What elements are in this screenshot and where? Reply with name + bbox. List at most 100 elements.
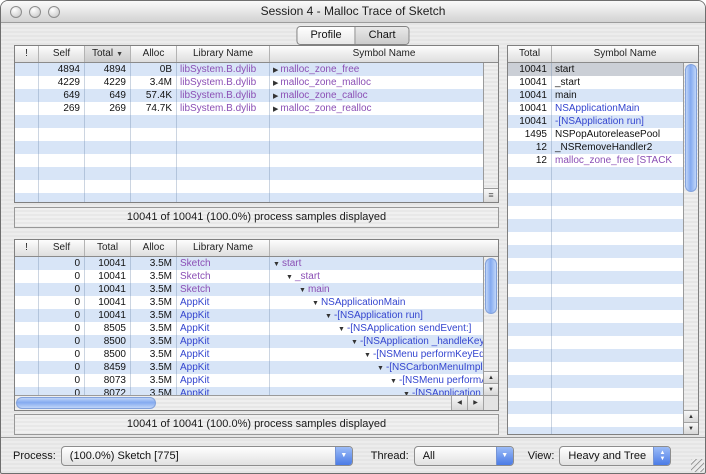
thread-label: Thread: [371, 450, 409, 462]
close-button[interactable] [10, 6, 22, 18]
table-row[interactable]: 0100413.5MSketch▼start [15, 257, 483, 270]
table-row[interactable]: 085053.5MAppKit▼-[NSApplication sendEven… [15, 322, 483, 335]
table-row[interactable]: 10041main [508, 89, 683, 102]
column-header-self[interactable]: Self [39, 240, 85, 256]
table-row[interactable]: 12_NSRemoveHandler2 [508, 141, 683, 154]
disclosure-closed-icon: ▶ [273, 80, 278, 87]
top-vertical-scrollbar[interactable]: ≡ [483, 63, 498, 202]
column-header-alloc[interactable]: Alloc [131, 46, 177, 62]
column-header-alloc[interactable]: Alloc [131, 240, 177, 256]
table-row[interactable]: 10041start [508, 63, 683, 76]
process-popup[interactable]: (100.0%) Sketch [775] ▼ [61, 446, 353, 466]
cell-symbol [552, 310, 683, 323]
table-row[interactable]: 0100413.5MSketch▼_start [15, 270, 483, 283]
scroll-left-button[interactable]: ◀ [451, 396, 467, 410]
cell-total [508, 232, 552, 245]
table-row[interactable]: 1495NSPopAutoreleasePool [508, 128, 683, 141]
table-row[interactable]: 084593.5MAppKit▼-[NSCarbonMenuImpl perfo… [15, 361, 483, 374]
cell-library: Sketch [177, 283, 270, 296]
table-row[interactable]: 0100413.5MAppKit▼-[NSApplication run] [15, 309, 483, 322]
cell-library [177, 154, 270, 167]
cell-symbol: -[NSApplication run] [552, 115, 683, 128]
column-header-symbol[interactable]: Symbol Name [270, 46, 498, 62]
column-header-total[interactable]: Total▼ [85, 46, 131, 62]
bottom-vertical-scrollbar[interactable]: ▲ ▼ [483, 257, 498, 395]
column-header-symbol[interactable] [270, 240, 498, 256]
column-header-symbol[interactable]: Symbol Name [552, 46, 698, 62]
table-row[interactable]: 26926974.7KlibSystem.B.dylib▶malloc_zone… [15, 102, 483, 115]
view-tabs: Profile Chart [296, 26, 409, 45]
table-row[interactable]: 080723.5MAppKit▼-[NSApplication sendActi… [15, 387, 483, 395]
cell-alloc: 3.5M [131, 348, 177, 361]
process-label: Process: [13, 450, 56, 462]
tab-profile[interactable]: Profile [297, 27, 354, 44]
cell-flag [15, 180, 39, 193]
zoom-button[interactable] [48, 6, 60, 18]
table-row[interactable]: 10041-[NSApplication run] [508, 115, 683, 128]
column-header-flag[interactable]: ! [15, 240, 39, 256]
view-popup[interactable]: Heavy and Tree ▲▼ [559, 446, 671, 466]
empty-row [15, 128, 483, 141]
scroll-down-button[interactable]: ▼ [484, 383, 498, 395]
table-row[interactable]: 10041_start [508, 76, 683, 89]
table-row[interactable]: 10041NSApplicationMain [508, 102, 683, 115]
cell-symbol: ▶malloc_zone_malloc [270, 76, 483, 89]
thread-popup[interactable]: All ▼ [414, 446, 514, 466]
cell-alloc: 57.4K [131, 89, 177, 102]
minimize-button[interactable] [29, 6, 41, 18]
cell-total: 12 [508, 154, 552, 167]
table-row[interactable]: 422942293.4MlibSystem.B.dylib▶malloc_zon… [15, 76, 483, 89]
table-row[interactable]: 080733.5MAppKit▼-[NSMenu performActionFo… [15, 374, 483, 387]
cell-flag [15, 193, 39, 202]
table-row[interactable]: 0100413.5MAppKit▼NSApplicationMain [15, 296, 483, 309]
cell-symbol [552, 271, 683, 284]
disclosure-open-icon: ▼ [364, 352, 371, 359]
scroll-right-button[interactable]: ▶ [467, 396, 483, 410]
tab-chart[interactable]: Chart [355, 27, 409, 44]
table-row[interactable]: 0100413.5MSketch▼main [15, 283, 483, 296]
column-header-self[interactable]: Self [39, 46, 85, 62]
cell-total [508, 323, 552, 336]
scroll-track[interactable] [15, 396, 451, 410]
scroll-down-button[interactable]: ▼ [684, 422, 698, 434]
resize-grip[interactable] [691, 459, 704, 472]
cell-self [39, 154, 85, 167]
table-row[interactable]: 64964957.4KlibSystem.B.dylib▶malloc_zone… [15, 89, 483, 102]
title-bar[interactable]: Session 4 - Malloc Trace of Sketch [1, 1, 705, 23]
cell-flag [15, 283, 39, 296]
cell-self: 0 [39, 374, 85, 387]
cell-symbol: ▼_start [270, 270, 483, 283]
cell-symbol [552, 284, 683, 297]
right-table-header: Total Symbol Name [508, 46, 698, 63]
column-header-total[interactable]: Total [85, 240, 131, 256]
column-header-flag[interactable]: ! [15, 46, 39, 62]
right-vertical-scrollbar[interactable]: ▲ ▼ [683, 63, 698, 434]
column-header-library[interactable]: Library Name [177, 46, 270, 62]
disclosure-open-icon: ▼ [351, 339, 358, 346]
scroll-up-button[interactable]: ▲ [684, 410, 698, 422]
cell-self: 4894 [39, 63, 85, 76]
scroll-thumb[interactable] [685, 64, 697, 192]
cell-self: 0 [39, 257, 85, 270]
cell-library [177, 193, 270, 202]
scroll-up-button[interactable]: ▲ [484, 371, 498, 383]
table-row[interactable]: 085003.5MAppKit▼-[NSMenu performKeyEquiv… [15, 348, 483, 361]
cell-symbol: malloc_zone_free [STACK [552, 154, 683, 167]
cell-flag [15, 374, 39, 387]
column-header-total[interactable]: Total [508, 46, 552, 62]
bottom-status-bar: 10041 of 10041 (100.0%) process samples … [14, 414, 499, 435]
bottom-horizontal-scrollbar[interactable]: ◀ ▶ [15, 395, 498, 410]
column-header-library[interactable]: Library Name [177, 240, 270, 256]
cell-symbol [552, 245, 683, 258]
scroll-thumb[interactable] [485, 258, 497, 314]
cell-library [177, 115, 270, 128]
table-row[interactable]: 12malloc_zone_free [STACK [508, 154, 683, 167]
cell-flag [15, 348, 39, 361]
cell-library: AppKit [177, 335, 270, 348]
cell-total [508, 297, 552, 310]
cell-total [508, 310, 552, 323]
table-row[interactable]: 085003.5MAppKit▼-[NSApplication _handleK… [15, 335, 483, 348]
table-row[interactable]: 489448940BlibSystem.B.dylib▶malloc_zone_… [15, 63, 483, 76]
symbol-name: _start [295, 271, 320, 282]
scroll-thumb[interactable] [16, 397, 156, 409]
